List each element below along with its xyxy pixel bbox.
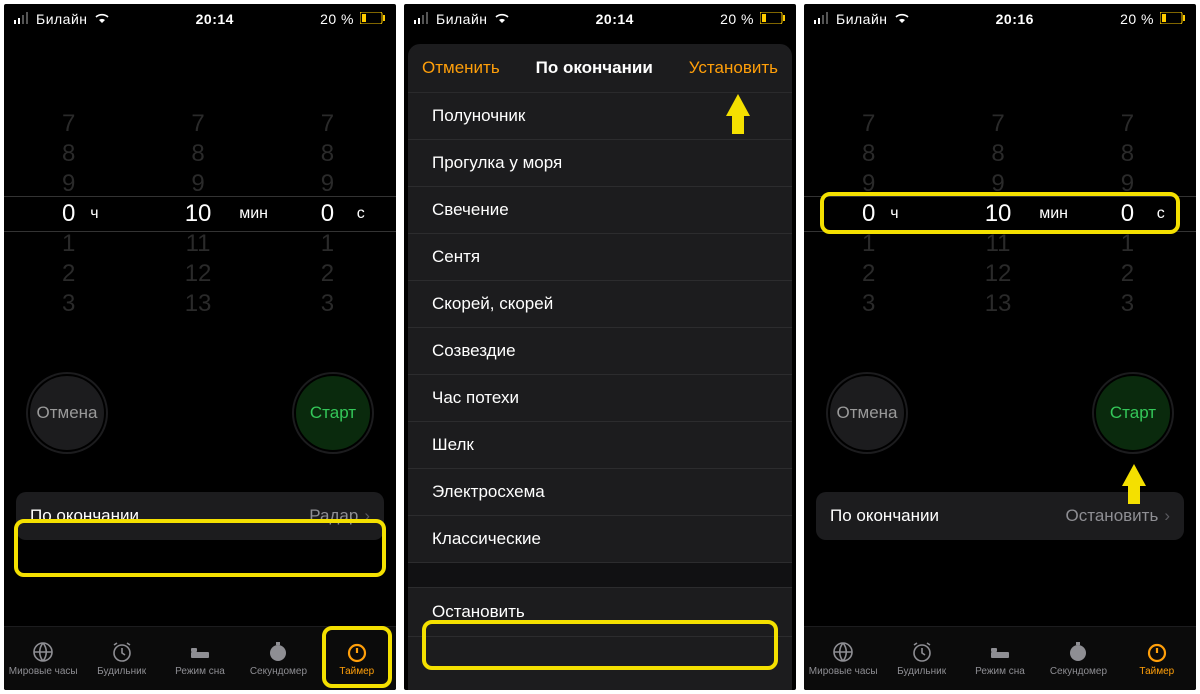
tab-bar: Мировые часы Будильник Режим сна Секундо…	[4, 626, 396, 690]
sound-item[interactable]: Сентя	[408, 234, 792, 281]
battery-label: 20 %	[1120, 11, 1154, 27]
battery-label: 20 %	[720, 11, 754, 27]
tab-alarm[interactable]: Будильник	[882, 627, 960, 690]
signal-icon	[814, 11, 830, 27]
sound-item[interactable]: Классические	[408, 516, 792, 563]
screen-3: Билайн 20:16 20 % 789 0 123 789 10 11121…	[804, 4, 1196, 690]
tab-stopwatch[interactable]: Секундомер	[1039, 627, 1117, 690]
time-picker[interactable]: 7 8 9 0 1 2 3 789 10 111213 789 0 123 ч …	[4, 94, 396, 334]
endrow-label: По окончании	[30, 506, 139, 526]
unit-seconds: с	[357, 205, 365, 223]
tab-bar: Мировые часы Будильник Режим сна Секундо…	[804, 626, 1196, 690]
sheet-cancel-button[interactable]: Отменить	[422, 58, 500, 78]
sound-item[interactable]: Электросхема	[408, 469, 792, 516]
picker-minutes: 10	[185, 199, 212, 229]
picker-hours: 0	[62, 199, 75, 229]
sound-item[interactable]: Свечение	[408, 187, 792, 234]
sound-item[interactable]: Скорей, скорей	[408, 281, 792, 328]
wifi-icon	[494, 11, 510, 27]
screen-1: Билайн 20:14 20 % 7 8 9 0 1 2 3 789 10 1…	[4, 4, 396, 690]
picker-minutes: 10	[985, 199, 1012, 229]
carrier-label: Билайн	[836, 11, 888, 27]
sound-list[interactable]: Полуночник Прогулка у моря Свечение Сент…	[408, 93, 792, 690]
tab-label: Секундомер	[1050, 666, 1107, 677]
tab-label: Таймер	[1139, 666, 1174, 677]
tab-alarm[interactable]: Будильник	[82, 627, 160, 690]
sound-picker-sheet: Отменить По окончании Установить Полуноч…	[408, 44, 792, 690]
status-bar: Билайн 20:16 20 %	[804, 4, 1196, 34]
cancel-button[interactable]: Отмена	[828, 374, 906, 452]
tab-label: Секундомер	[250, 666, 307, 677]
start-button[interactable]: Старт	[1094, 374, 1172, 452]
endrow-label: По окончании	[830, 506, 939, 526]
picker-faded: 2	[62, 259, 75, 289]
picker-hours: 0	[862, 199, 875, 229]
picker-faded: 9	[62, 169, 75, 199]
battery-icon	[760, 11, 786, 27]
signal-icon	[14, 11, 30, 27]
tab-world-clock[interactable]: Мировые часы	[804, 627, 882, 690]
picker-faded: 1	[62, 229, 75, 259]
endrow-value: Радар	[309, 506, 358, 526]
wifi-icon	[94, 11, 110, 27]
unit-minutes: мин	[239, 205, 268, 223]
tab-timer[interactable]: Таймер	[1118, 627, 1196, 690]
endrow-value: Остановить	[1066, 506, 1159, 526]
sheet-title: По окончании	[536, 58, 653, 78]
tab-label: Будильник	[97, 666, 146, 677]
tab-label: Будильник	[897, 666, 946, 677]
picker-faded: 7	[62, 109, 75, 139]
picker-faded: 8	[62, 139, 75, 169]
sheet-set-button[interactable]: Установить	[689, 58, 778, 78]
carrier-label: Билайн	[36, 11, 88, 27]
tab-label: Таймер	[339, 666, 374, 677]
start-button[interactable]: Старт	[294, 374, 372, 452]
time-picker[interactable]: 789 0 123 789 10 111213 789 0 123 ч мин …	[804, 94, 1196, 334]
chevron-right-icon: ›	[364, 506, 370, 526]
tab-label: Мировые часы	[809, 666, 878, 677]
screen-2: Билайн 20:14 20 % Отменить По окончании …	[404, 4, 796, 690]
unit-minutes: мин	[1039, 205, 1068, 223]
signal-icon	[414, 11, 430, 27]
stop-playing-item[interactable]: Остановить	[408, 587, 792, 637]
carrier-label: Билайн	[436, 11, 488, 27]
tab-stopwatch[interactable]: Секундомер	[239, 627, 317, 690]
status-bar: Билайн 20:14 20 %	[404, 4, 796, 34]
chevron-right-icon: ›	[1164, 506, 1170, 526]
tab-sleep[interactable]: Режим сна	[161, 627, 239, 690]
status-bar: Билайн 20:14 20 %	[4, 4, 396, 34]
tab-label: Мировые часы	[9, 666, 78, 677]
wifi-icon	[894, 11, 910, 27]
unit-hours: ч	[890, 205, 898, 223]
sound-item[interactable]: Час потехи	[408, 375, 792, 422]
sound-item[interactable]: Созвездие	[408, 328, 792, 375]
tab-label: Режим сна	[175, 666, 225, 677]
picker-seconds: 0	[321, 199, 334, 229]
battery-icon	[360, 11, 386, 27]
battery-label: 20 %	[320, 11, 354, 27]
clock: 20:14	[196, 11, 234, 27]
tab-sleep[interactable]: Режим сна	[961, 627, 1039, 690]
picker-faded: 3	[62, 289, 75, 319]
sound-item[interactable]: Шелк	[408, 422, 792, 469]
tab-label: Режим сна	[975, 666, 1025, 677]
clock: 20:14	[596, 11, 634, 27]
cancel-button[interactable]: Отмена	[28, 374, 106, 452]
unit-seconds: с	[1157, 205, 1165, 223]
unit-hours: ч	[90, 205, 98, 223]
clock: 20:16	[996, 11, 1034, 27]
battery-icon	[1160, 11, 1186, 27]
highlight-arrow-start	[1122, 464, 1146, 486]
highlight-arrow-set	[726, 94, 750, 116]
tab-world-clock[interactable]: Мировые часы	[4, 627, 82, 690]
tab-timer[interactable]: Таймер	[318, 627, 396, 690]
when-timer-ends-row[interactable]: По окончании Радар ›	[16, 492, 384, 540]
picker-seconds: 0	[1121, 199, 1134, 229]
sound-item[interactable]: Прогулка у моря	[408, 140, 792, 187]
